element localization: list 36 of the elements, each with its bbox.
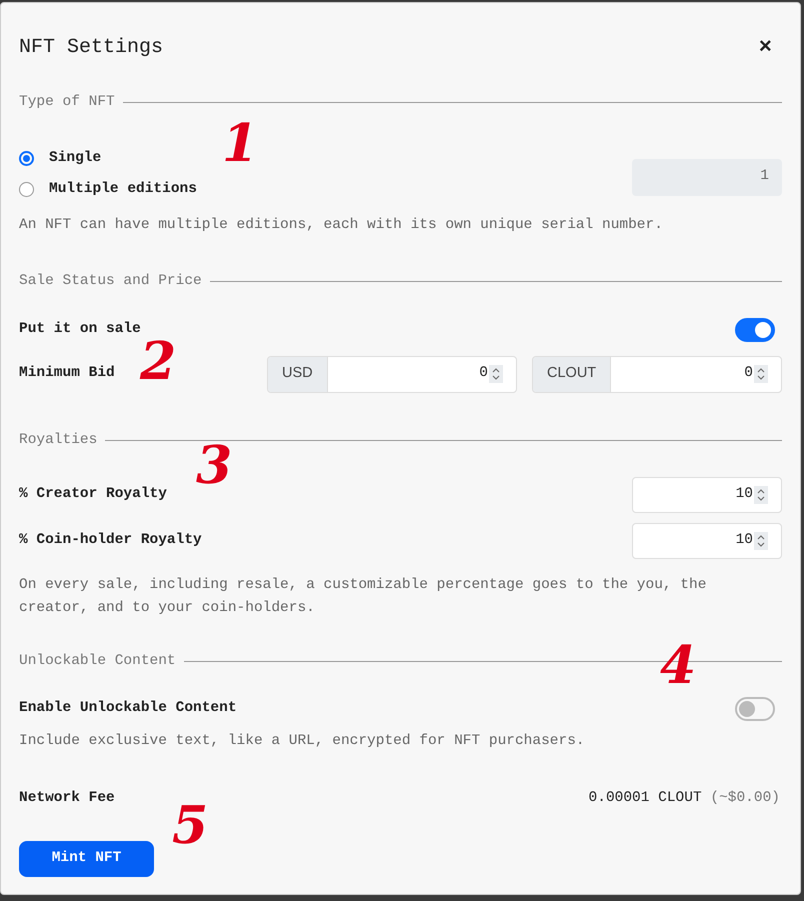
number-field[interactable]: 10 — [632, 522, 782, 558]
dialog-title: NFT Settings — [19, 34, 164, 60]
section-heading: Unlockable Content — [19, 652, 176, 670]
currency-field[interactable]: USD 0 — [267, 356, 517, 393]
spinner-icon[interactable] — [754, 486, 768, 504]
spinner-icon[interactable] — [489, 365, 503, 384]
field-label: Network Fee — [19, 789, 115, 808]
field-label: Minimum Bid — [19, 364, 116, 384]
section-heading: Type of NFT — [19, 93, 115, 112]
annotation-number: 2 — [140, 336, 176, 388]
mint-button[interactable]: Mint NFT — [19, 840, 154, 877]
currency-label: USD — [268, 356, 328, 392]
section-heading: Royalties — [19, 430, 98, 450]
close-button[interactable]: × — [758, 31, 772, 64]
toggle-switch[interactable] — [735, 318, 775, 342]
currency-field[interactable]: CLOUT 0 — [532, 356, 782, 393]
radio-option[interactable]: Single — [19, 148, 197, 170]
radio-option[interactable]: Multiple editions — [19, 178, 197, 200]
annotation-number: 1 — [222, 118, 258, 170]
spinner-icon[interactable] — [754, 365, 768, 384]
field-label: Enable Unlockable Content — [19, 699, 237, 718]
number-field[interactable]: 10 — [632, 476, 782, 512]
help-text: An NFT can have multiple editions, each with its own unique serial number. — [19, 216, 664, 236]
field-label: % Coin-holder Royalty — [19, 530, 202, 550]
currency-label: CLOUT — [533, 356, 612, 392]
section-heading: Sale Status and Price — [19, 272, 202, 291]
toggle-switch[interactable] — [735, 697, 775, 722]
help-text: On every sale, including resale, a customizable percentage goes to the you, the creator, and to your coin-holders. — [19, 576, 708, 618]
annotation-number: 3 — [196, 440, 232, 492]
annotation-number: 4 — [660, 640, 696, 692]
field-label: % Creator Royalty — [19, 484, 167, 504]
help-text: Include exclusive text, like a URL, encrypted for NFT purchasers. — [19, 732, 586, 752]
annotation-number: 5 — [172, 800, 208, 852]
spinner-icon[interactable] — [754, 532, 768, 550]
fee-amount: 0.00001 CLOUT (~$0.00) — [588, 789, 780, 808]
field-label: Put it on sale — [19, 320, 141, 339]
